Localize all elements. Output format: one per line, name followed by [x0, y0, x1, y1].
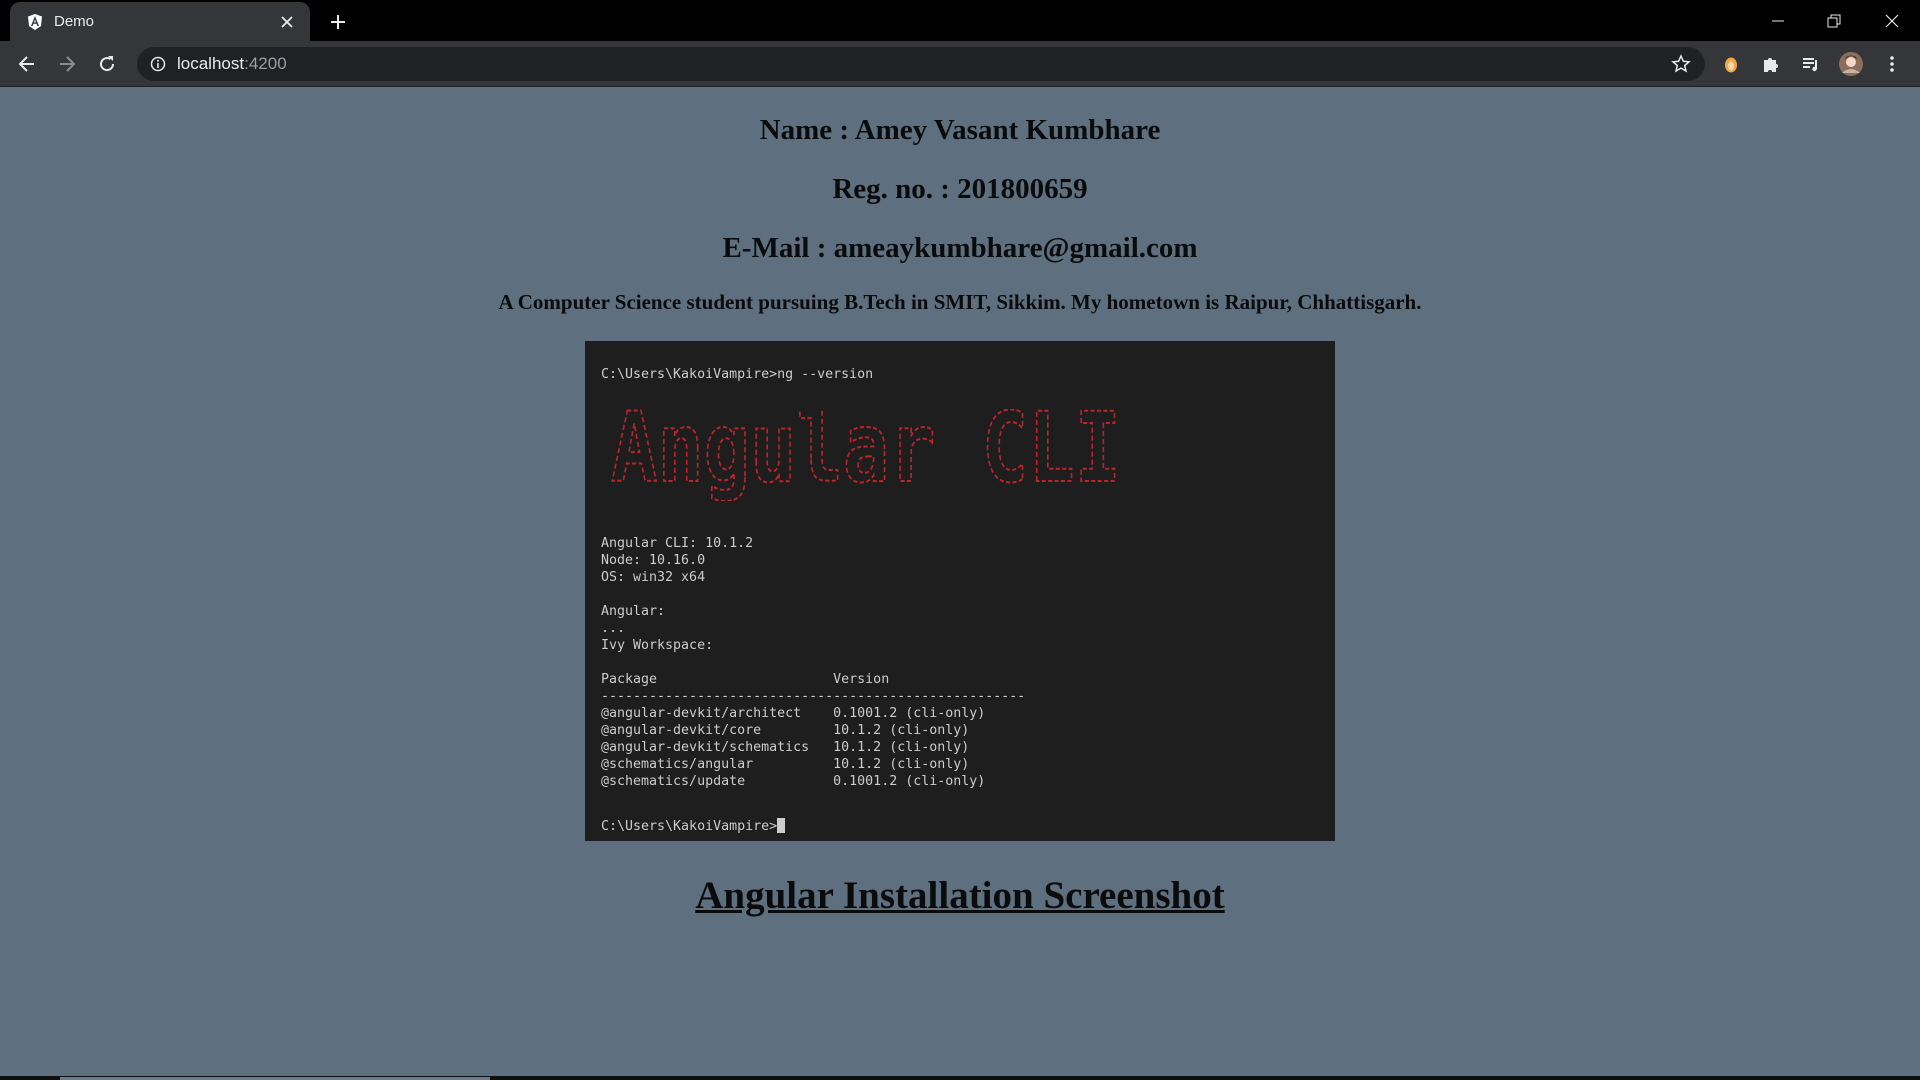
- close-tab-icon[interactable]: [276, 11, 298, 33]
- browser-tab[interactable]: Demo: [10, 2, 310, 41]
- screenshot-caption: Angular Installation Screenshot: [695, 874, 1225, 917]
- terminal-command: C:\Users\KakoiVampire>ng --version: [601, 367, 874, 382]
- tab-title: Demo: [54, 13, 95, 30]
- angular-cli-ascii-banner: Angular CLI: [610, 409, 1122, 501]
- email-heading: E-Mail : ameaykumbhare@gmail.com: [722, 232, 1198, 264]
- restore-icon[interactable]: [1806, 0, 1862, 41]
- terminal-prompt-line: C:\Users\KakoiVampire>: [601, 818, 786, 835]
- terminal-table-header: Package Version: [601, 672, 890, 687]
- menu-dots-icon[interactable]: [1879, 51, 1905, 77]
- info-icon[interactable]: [149, 55, 167, 73]
- terminal-table-rule: ----------------------------------------…: [601, 689, 1026, 704]
- close-window-icon[interactable]: [1864, 0, 1920, 41]
- forward-icon[interactable]: [52, 49, 82, 79]
- description-text: A Computer Science student pursuing B.Te…: [498, 290, 1422, 314]
- page-content: Name : Amey Vasant Kumbhare Reg. no. : 2…: [0, 88, 1920, 1080]
- puzzle-icon[interactable]: [1758, 51, 1784, 77]
- terminal-prompt: C:\Users\KakoiVampire>: [601, 819, 778, 834]
- extension-orange-icon[interactable]: [1718, 51, 1744, 77]
- terminal-package-list: @angular-devkit/architect 0.1001.2 (cli-…: [601, 706, 986, 789]
- back-icon[interactable]: [12, 49, 42, 79]
- media-queue-icon[interactable]: [1798, 51, 1824, 77]
- terminal-screenshot: C:\Users\KakoiVampire>ng --version Angul…: [585, 341, 1335, 841]
- reg-number-heading: Reg. no. : 201800659: [832, 173, 1088, 205]
- star-icon[interactable]: [1671, 54, 1691, 74]
- profile-avatar[interactable]: [1838, 51, 1864, 77]
- browser-toolbar: localhost:4200: [0, 41, 1920, 87]
- terminal-version-info: Angular CLI: 10.1.2 Node: 10.16.0 OS: wi…: [601, 536, 754, 653]
- terminal-cursor: [777, 818, 786, 833]
- url-text: localhost:4200: [177, 54, 287, 74]
- angular-cli-banner-text: Angular CLI: [611, 409, 1121, 501]
- url-port: :4200: [244, 54, 287, 73]
- reload-icon[interactable]: [92, 49, 122, 79]
- address-bar[interactable]: localhost:4200: [137, 47, 1705, 81]
- name-heading: Name : Amey Vasant Kumbhare: [759, 114, 1161, 146]
- new-tab-button[interactable]: [325, 9, 351, 35]
- browser-tab-strip: Demo: [0, 0, 1920, 41]
- angular-logo-icon: [26, 13, 44, 31]
- minimize-icon[interactable]: [1750, 0, 1806, 41]
- url-host: localhost: [177, 54, 245, 73]
